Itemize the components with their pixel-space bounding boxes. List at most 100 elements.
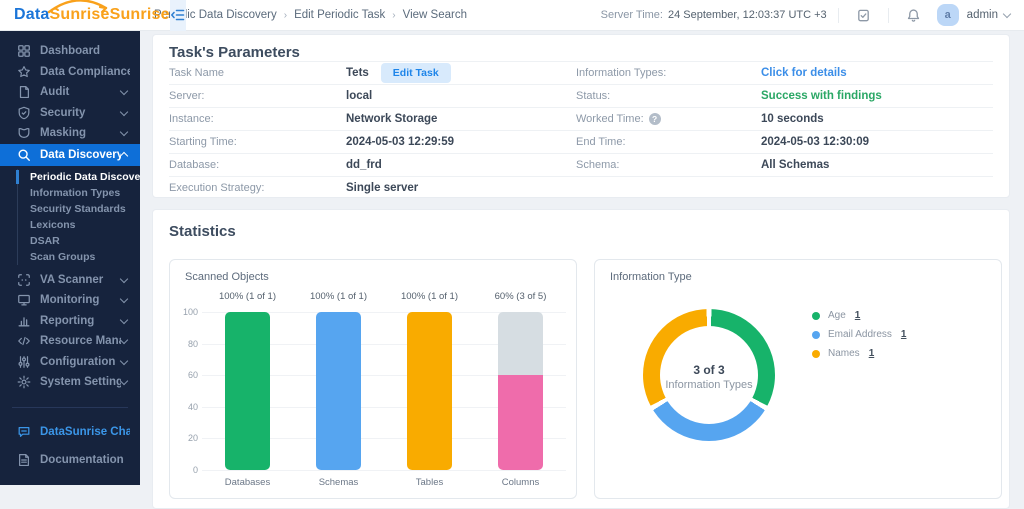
field-label: Server: xyxy=(169,90,346,102)
information-type-card: Information Type 3 of 3Information Types… xyxy=(594,259,1002,499)
y-axis-tick-label: 80 xyxy=(178,339,198,349)
divider xyxy=(888,8,889,23)
submenu-item-scan-groups[interactable]: Scan Groups xyxy=(18,249,140,265)
submenu-item-periodic-data-discovery[interactable]: Periodic Data Discovery xyxy=(18,169,140,185)
submenu-item-security-standards[interactable]: Security Standards xyxy=(18,201,140,217)
chevron-down-icon xyxy=(120,377,128,385)
bar-segment xyxy=(407,312,452,470)
sidebar-item-masking[interactable]: Masking xyxy=(0,123,140,144)
masking-mask-icon xyxy=(17,126,31,140)
sunrise-arc-icon xyxy=(46,0,112,14)
param-row: Server: local Status: Success with findi… xyxy=(169,84,993,107)
bar-segment xyxy=(498,375,543,470)
user-menu-chevron-down-icon[interactable] xyxy=(1003,9,1011,17)
y-axis-tick-label: 60 xyxy=(178,370,198,380)
breadcrumb-separator: › xyxy=(284,10,287,21)
server-time-value: 24 September, 12:03:37 UTC +3 xyxy=(668,9,827,21)
breadcrumb-item[interactable]: Edit Periodic Task xyxy=(294,9,385,21)
param-row: Database: dd_frd Schema: All Schemas xyxy=(169,153,993,176)
chat-bubble-icon xyxy=(17,425,31,439)
sidebar-item-security[interactable]: Security xyxy=(0,103,140,124)
compliance-star-icon xyxy=(17,65,31,79)
information-type-chart: 3 of 3Information TypesAge1Email Address… xyxy=(595,260,1001,498)
param-row: Instance: Network Storage Worked Time:? … xyxy=(169,107,993,130)
sidebar-item-chat-bot[interactable]: DataSunrise Chat Bot xyxy=(0,418,140,446)
bar-value-label: 60% (3 of 5) xyxy=(461,291,581,302)
user-name: admin xyxy=(967,9,998,21)
sidebar-divider xyxy=(12,407,128,408)
legend-color-dot xyxy=(812,331,820,339)
edit-task-button[interactable]: Edit Task xyxy=(381,63,451,83)
chart-gridline xyxy=(202,470,566,471)
sidebar-item-documentation[interactable]: Documentation xyxy=(0,446,140,474)
datasunrise-logo[interactable]: DataSunriseSunrise xyxy=(0,6,170,24)
legend-count-link[interactable]: 1 xyxy=(869,348,875,359)
legend-count-link[interactable]: 1 xyxy=(901,329,907,340)
end-time-value: 2024-05-03 12:30:09 xyxy=(761,136,993,148)
top-bar: Periodic Data Discovery › Edit Periodic … xyxy=(140,0,1024,31)
schema-value: All Schemas xyxy=(761,159,993,171)
sidebar-item-data-discovery[interactable]: Data Discovery xyxy=(0,144,140,166)
sidebar-item-system-settings[interactable]: System Settings xyxy=(0,372,140,393)
va-scanner-icon xyxy=(17,273,31,287)
field-label: Execution Strategy: xyxy=(169,182,346,194)
legend-color-dot xyxy=(812,312,820,320)
submenu-item-lexicons[interactable]: Lexicons xyxy=(18,217,140,233)
collapse-menu-icon xyxy=(170,7,186,23)
x-axis-category-label: Columns xyxy=(461,477,581,488)
bar-segment xyxy=(225,312,270,470)
sidebar-item-configuration[interactable]: Configuration xyxy=(0,352,140,373)
dashboard-icon xyxy=(17,44,31,58)
server-value: local xyxy=(346,90,576,102)
sidebar-item-audit[interactable]: Audit xyxy=(0,82,140,103)
sidebar-item-data-compliance[interactable]: Data Compliance xyxy=(0,62,140,83)
divider xyxy=(838,8,839,23)
submenu-item-dsar[interactable]: DSAR xyxy=(18,233,140,249)
logo-word-data: Data xyxy=(14,6,49,24)
field-label: Status: xyxy=(576,90,761,102)
logo-word-sunrise: SunriseSunrise xyxy=(49,6,169,24)
legend-count-link[interactable]: 1 xyxy=(855,310,861,321)
task-parameters-title: Task's Parameters xyxy=(153,35,1009,61)
chevron-down-icon xyxy=(120,295,128,303)
scanned-objects-card: Scanned Objects 020406080100100% (1 of 1… xyxy=(169,259,577,499)
user-avatar[interactable]: a xyxy=(937,4,959,26)
param-row: Starting Time: 2024-05-03 12:29:59 End T… xyxy=(169,130,993,153)
sidebar-item-reporting[interactable]: Reporting xyxy=(0,311,140,332)
sidebar-item-resource-manager[interactable]: Resource Manager xyxy=(0,331,140,352)
breadcrumb-item[interactable]: View Search xyxy=(403,9,467,21)
legend-item: Age 1 xyxy=(812,306,906,325)
chevron-down-icon xyxy=(120,357,128,365)
sidebar-collapse-button[interactable] xyxy=(170,0,186,31)
legend-item: Names1 xyxy=(812,344,906,363)
breadcrumb: Periodic Data Discovery › Edit Periodic … xyxy=(154,9,467,21)
field-label: Instance: xyxy=(169,113,346,125)
sidebar-item-dashboard[interactable]: Dashboard xyxy=(0,41,140,62)
search-icon xyxy=(17,148,31,162)
param-row: Execution Strategy: Single server xyxy=(169,176,993,199)
topbar-right: Server Time: 24 September, 12:03:37 UTC … xyxy=(601,4,1010,26)
database-value: dd_frd xyxy=(346,159,576,171)
chevron-down-icon xyxy=(120,316,128,324)
legend-label: Email Address xyxy=(828,329,892,340)
audit-file-icon xyxy=(17,85,31,99)
field-label: Schema: xyxy=(576,159,761,171)
submenu-item-information-types[interactable]: Information Types xyxy=(18,185,140,201)
chevron-up-icon xyxy=(120,152,128,160)
field-label: Worked Time:? xyxy=(576,113,761,125)
data-discovery-submenu: Periodic Data Discovery Information Type… xyxy=(17,169,140,265)
chart-legend: Age1Email Address1Names1 xyxy=(812,306,906,363)
click-for-details-link[interactable]: Click for details xyxy=(761,67,993,79)
sliders-icon xyxy=(17,355,31,369)
chevron-down-icon xyxy=(120,275,128,283)
tasks-clipboard-icon[interactable] xyxy=(850,8,877,23)
chevron-down-icon xyxy=(120,87,128,95)
notifications-bell-icon[interactable] xyxy=(900,8,927,23)
chevron-down-icon xyxy=(120,108,128,116)
sidebar-item-va-scanner[interactable]: VA Scanner xyxy=(0,270,140,291)
starting-time-value: 2024-05-03 12:29:59 xyxy=(346,136,576,148)
sidebar-item-monitoring[interactable]: Monitoring xyxy=(0,290,140,311)
legend-label: Age xyxy=(828,310,846,321)
help-icon[interactable]: ? xyxy=(649,113,661,125)
documentation-icon xyxy=(17,453,31,467)
